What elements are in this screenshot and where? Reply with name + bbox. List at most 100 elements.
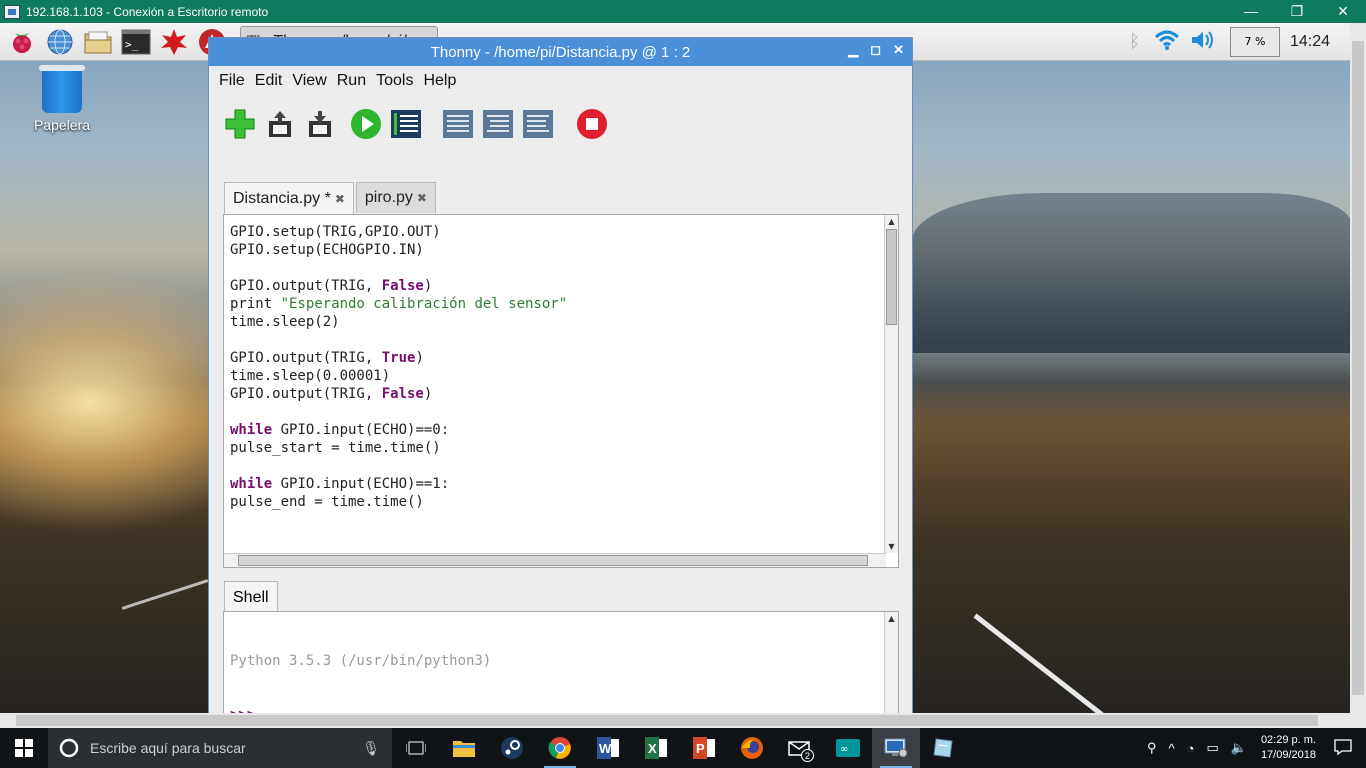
tab-piro[interactable]: piro.py ✖ [355,182,436,213]
menu-run[interactable]: Run [337,72,366,90]
arduino-icon[interactable]: ∞ [824,728,872,768]
code-line[interactable]: GPIO.output(TRIG, True) [230,349,567,367]
trash-desktop-icon[interactable]: Papelera [26,65,98,133]
code-line[interactable] [230,259,567,277]
speaker-icon[interactable]: 🔈 [1231,740,1247,756]
run-button[interactable] [349,107,383,141]
battery-icon[interactable]: ▭ [1206,740,1218,756]
code-line[interactable]: while GPIO.input(ECHO)==1: [230,475,567,493]
scrollbar-thumb[interactable] [16,715,1318,726]
steam-icon[interactable] [488,728,536,768]
action-center-icon[interactable] [1334,738,1352,758]
trash-icon [39,65,85,113]
close-tab-icon[interactable]: ✖ [335,192,345,206]
chrome-icon[interactable] [536,728,584,768]
menu-view[interactable]: View [292,72,326,90]
raspberry-menu-icon[interactable] [6,26,38,58]
code-line[interactable]: time.sleep(2) [230,313,567,331]
tab-shell[interactable]: Shell [224,581,278,613]
scroll-up-arrow[interactable]: ▲ [885,215,898,228]
open-file-button[interactable] [263,107,297,141]
excel-icon[interactable]: X [632,728,680,768]
menu-tools[interactable]: Tools [376,72,413,90]
thonny-window: Thonny - /home/pi/Distancia.py @ 1 : 2 ▁… [208,37,913,723]
editor-tab-bar: Distancia.py * ✖ piro.py ✖ [224,182,438,215]
firefox-icon[interactable] [728,728,776,768]
powerpoint-icon[interactable]: P [680,728,728,768]
stop-button[interactable] [575,107,609,141]
code-line[interactable]: GPIO.output(TRIG, False) [230,385,567,403]
mail-badge: 2 [801,749,814,762]
people-icon[interactable]: ⚲ [1147,740,1157,756]
remote-desktop-taskbar-icon[interactable] [872,728,920,768]
code-line[interactable]: GPIO.setup(TRIG,GPIO.OUT) [230,223,567,241]
thonny-minimize-button[interactable]: ▁ [848,42,858,58]
scroll-up-arrow[interactable]: ▲ [885,612,898,625]
tab-distancia[interactable]: Distancia.py * ✖ [224,182,354,215]
network-icon[interactable]: ◔ [1187,741,1195,756]
thonny-close-button[interactable]: ✕ [893,42,904,58]
code-line[interactable]: pulse_start = time.time() [230,439,567,457]
show-hidden-icons-chevron[interactable]: ^ [1168,741,1174,756]
thonny-maximize-button[interactable]: ◻ [870,42,881,58]
code-line[interactable] [230,403,567,421]
tab-label: piro.py [364,189,413,206]
web-browser-icon[interactable] [44,26,76,58]
scrollbar-thumb[interactable] [1352,41,1364,695]
start-button[interactable] [0,728,48,768]
close-tab-icon[interactable]: ✖ [417,191,427,205]
shell-banner: Python 3.5.3 (/usr/bin/python3) [230,653,492,669]
debug-button[interactable] [389,107,423,141]
code-line[interactable]: time.sleep(0.00001) [230,367,567,385]
thonny-title-bar[interactable]: Thonny - /home/pi/Distancia.py @ 1 : 2 ▁… [209,38,912,66]
word-icon[interactable]: W [584,728,632,768]
pi-system-tray: ᛒ 7 % 14:24 [1129,26,1350,57]
wifi-icon[interactable] [1154,29,1180,55]
scrollbar-thumb[interactable] [238,555,868,566]
task-view-icon[interactable] [392,728,440,768]
wallpaper-clouds [912,193,1350,353]
bluetooth-icon[interactable]: ᛒ [1129,31,1140,52]
rdp-vertical-scrollbar[interactable] [1350,23,1366,713]
cpu-usage-monitor[interactable]: 7 % [1229,26,1280,57]
menu-edit[interactable]: Edit [255,72,283,90]
code-line[interactable] [230,457,567,475]
menu-file[interactable]: File [219,72,245,90]
editor-horizontal-scrollbar[interactable] [224,553,886,567]
step-into-button[interactable] [481,107,515,141]
microphone-icon[interactable]: 🎙 [362,740,380,757]
minimize-button[interactable]: — [1228,0,1274,23]
toolbar [209,96,912,152]
code-line[interactable]: GPIO.setup(ECHOGPIO.IN) [230,241,567,259]
scrollbar-thumb[interactable] [886,229,897,325]
code-area[interactable]: GPIO.setup(TRIG,GPIO.OUT) GPIO.setup(ECHO… [230,223,567,511]
editor-vertical-scrollbar[interactable]: ▲ ▼ [884,215,898,553]
math-kernel-icon[interactable] [158,26,190,58]
close-button[interactable]: ✕ [1320,0,1366,23]
shell-console[interactable]: Python 3.5.3 (/usr/bin/python3) >>> ▲ [223,611,899,723]
pi-clock[interactable]: 14:24 [1290,33,1330,51]
code-line[interactable]: print "Esperando calibración del sensor" [230,295,567,313]
file-explorer-icon[interactable] [440,728,488,768]
taskbar-clock[interactable]: 02:29 p. m. 17/09/2018 [1261,733,1316,763]
search-box[interactable]: Escribe aquí para buscar 🎙 [48,728,392,768]
rdp-horizontal-scrollbar[interactable] [0,713,1366,728]
step-out-button[interactable] [521,107,555,141]
terminal-icon[interactable]: >_ [120,26,152,58]
code-line[interactable]: GPIO.output(TRIG, False) [230,277,567,295]
code-line[interactable] [230,331,567,349]
shell-vertical-scrollbar[interactable]: ▲ [884,612,898,720]
menu-help[interactable]: Help [423,72,456,90]
file-manager-icon[interactable] [82,26,114,58]
code-editor[interactable]: GPIO.setup(TRIG,GPIO.OUT) GPIO.setup(ECHO… [223,214,899,568]
notes-app-icon[interactable] [920,728,968,768]
volume-icon[interactable] [1190,29,1216,55]
scroll-down-arrow[interactable]: ▼ [885,540,898,553]
code-line[interactable]: pulse_end = time.time() [230,493,567,511]
step-over-button[interactable] [441,107,475,141]
save-file-button[interactable] [303,107,337,141]
new-file-button[interactable] [223,107,257,141]
mail-icon[interactable]: 2 [776,728,824,768]
code-line[interactable]: while GPIO.input(ECHO)==0: [230,421,567,439]
maximize-button[interactable]: ❐ [1274,0,1320,23]
